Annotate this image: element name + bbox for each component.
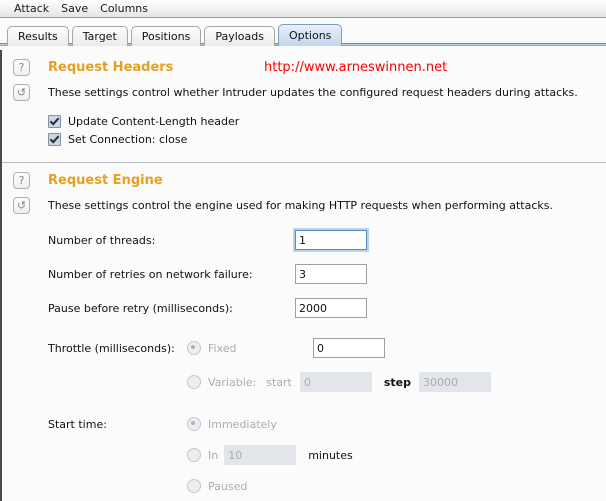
- row-number-of-threads: Number of threads:: [48, 229, 606, 251]
- throttle-fixed-radio[interactable]: [187, 341, 201, 355]
- checkbox-row-update-content-length[interactable]: Update Content-Length header: [48, 112, 606, 130]
- tab-results[interactable]: Results: [7, 26, 69, 46]
- start-time-immediately-radio[interactable]: [187, 417, 201, 431]
- start-time-paused-radio[interactable]: [187, 479, 201, 493]
- watermark-url: http://www.arneswinnen.net: [264, 60, 447, 75]
- start-time-minutes-input[interactable]: [224, 445, 296, 465]
- menu-item-columns[interactable]: Columns: [94, 1, 154, 17]
- reset-icon[interactable]: ↺: [13, 197, 30, 214]
- start-time-paused-label: Paused: [208, 480, 247, 493]
- tab-positions[interactable]: Positions: [131, 26, 202, 46]
- request-headers-header: ? ↺ Request Headers http://www.arneswinn…: [2, 50, 606, 76]
- menu-bar: Attack Save Columns: [0, 0, 606, 18]
- request-engine-description: These settings control the engine used f…: [48, 199, 606, 213]
- section-request-headers: ? ↺ Request Headers http://www.arneswinn…: [2, 50, 606, 163]
- row-start-time-in-minutes: In minutes: [48, 444, 606, 466]
- pause-before-retry-label: Pause before retry (milliseconds):: [48, 302, 295, 315]
- row-pause-before-retry: Pause before retry (milliseconds):: [48, 297, 606, 319]
- row-start-time-paused: Paused: [48, 475, 606, 497]
- tab-target[interactable]: Target: [72, 26, 128, 46]
- start-time-in-radio[interactable]: [187, 448, 201, 462]
- number-of-threads-label: Number of threads:: [48, 234, 295, 247]
- row-throttle-fixed: Throttle (milliseconds): Fixed: [48, 337, 606, 359]
- update-content-length-label: Update Content-Length header: [68, 115, 239, 128]
- set-connection-close-checkbox[interactable]: [48, 133, 61, 146]
- checkbox-row-set-connection-close[interactable]: Set Connection: close: [48, 130, 606, 148]
- help-icon[interactable]: ?: [13, 59, 30, 76]
- number-of-retries-label: Number of retries on network failure:: [48, 268, 295, 281]
- menu-item-save[interactable]: Save: [55, 1, 94, 17]
- throttle-start-label: start: [266, 376, 292, 389]
- reset-icon[interactable]: ↺: [13, 84, 30, 101]
- throttle-variable-radio[interactable]: [187, 375, 201, 389]
- row-throttle-variable: Variable: start step: [48, 371, 606, 393]
- throttle-variable-label: Variable:: [208, 376, 256, 389]
- options-panel: ? ↺ Request Headers http://www.arneswinn…: [0, 50, 606, 501]
- row-number-of-retries: Number of retries on network failure:: [48, 263, 606, 285]
- section-request-engine: ? ↺ Request Engine These settings contro…: [2, 163, 606, 497]
- throttle-fixed-label: Fixed: [208, 342, 303, 355]
- throttle-step-label: step: [384, 376, 411, 389]
- tab-strip: Results Target Positions Payloads Option…: [0, 18, 606, 46]
- request-headers-title: Request Headers: [48, 59, 173, 76]
- pause-before-retry-input[interactable]: [295, 298, 367, 318]
- request-headers-description: These settings control whether Intruder …: [48, 86, 606, 100]
- help-icon[interactable]: ?: [13, 172, 30, 189]
- request-engine-title: Request Engine: [48, 172, 163, 189]
- throttle-fixed-input[interactable]: [313, 338, 385, 358]
- throttle-step-input[interactable]: [419, 372, 491, 392]
- start-time-immediately-label: Immediately: [208, 418, 277, 431]
- set-connection-close-label: Set Connection: close: [68, 133, 187, 146]
- menu-item-attack[interactable]: Attack: [8, 1, 55, 17]
- start-time-minutes-suffix: minutes: [308, 449, 353, 462]
- start-time-in-label: In: [208, 449, 218, 462]
- throttle-start-input[interactable]: [300, 372, 372, 392]
- tab-options[interactable]: Options: [278, 24, 342, 46]
- number-of-retries-input[interactable]: [295, 264, 367, 284]
- throttle-label: Throttle (milliseconds):: [48, 342, 187, 355]
- request-engine-header: ? ↺ Request Engine: [2, 163, 606, 189]
- update-content-length-checkbox[interactable]: [48, 115, 61, 128]
- tab-payloads[interactable]: Payloads: [204, 26, 275, 46]
- number-of-threads-input[interactable]: [295, 230, 367, 250]
- start-time-label: Start time:: [48, 418, 187, 431]
- row-start-time-immediately: Start time: Immediately: [48, 413, 606, 435]
